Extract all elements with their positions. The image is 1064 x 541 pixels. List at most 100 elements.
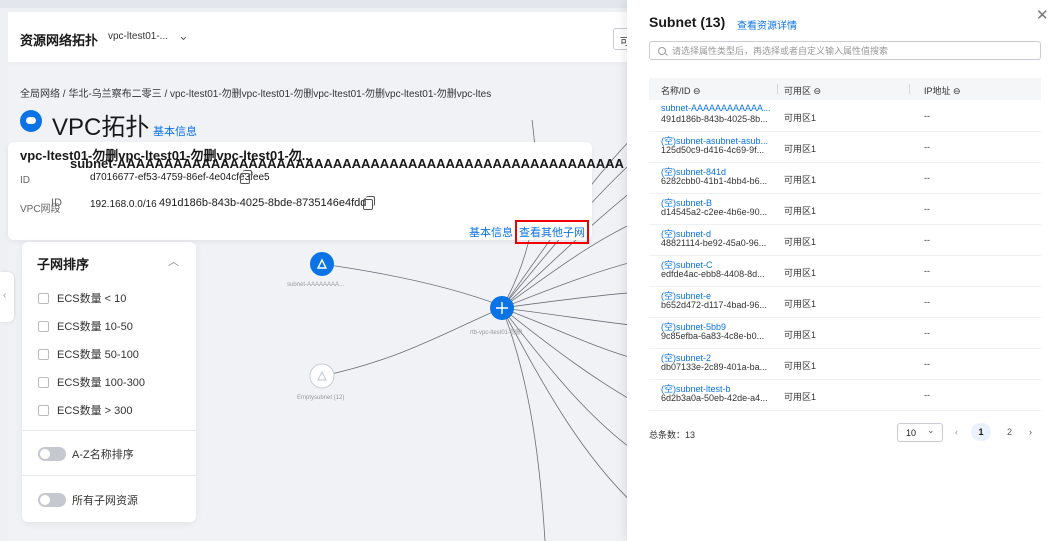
all-subnets-toggle-row[interactable]: 所有子网资源 [38, 492, 138, 508]
subnet-id: 125d50c9-d416-4c69-9f... [661, 145, 765, 155]
ip-cell: -- [924, 266, 930, 276]
router-node-label: rtb-vpc-ltest01-勿删 [470, 330, 523, 336]
top-strip [0, 0, 640, 8]
sort-title: 子网排序 [37, 257, 90, 272]
subnet-id: 6d2b3a0a-50eb-42de-a4... [661, 393, 768, 403]
az-cell: 可用区1 [784, 330, 817, 340]
az-cell: 可用区1 [784, 206, 817, 216]
az-cell: 可用区1 [784, 237, 817, 247]
checkbox[interactable] [38, 404, 49, 416]
view-other-subnets-link[interactable]: 查看其他子网 [515, 220, 589, 244]
subnet-sort-panel: 子网排序 ︿ ECS数量 < 10 ECS数量 10-50 ECS数量 50-1… [22, 242, 196, 522]
divider [22, 430, 196, 431]
page-title: 资源网络拓扑 [20, 33, 99, 48]
empty-subnet-node[interactable] [309, 363, 335, 389]
table-row[interactable]: (空)subnet-B d14545a2-c2ee-4b6e-90... 可用区… [649, 194, 1041, 225]
table-row[interactable]: (空)subnet-d 48821114-be92-45a0-96... 可用区… [649, 225, 1041, 256]
table-row[interactable]: subnet-AAAAAAAAAAAA... 491d186b-843b-402… [649, 101, 1041, 132]
page-1-button[interactable]: 1 [971, 423, 991, 441]
checkbox[interactable] [38, 320, 49, 332]
close-icon[interactable]: ✕ [1036, 6, 1049, 24]
page-2-button[interactable]: 2 [1007, 427, 1012, 437]
chevron-down-icon[interactable]: ⌄ [178, 28, 189, 44]
vpc-basic-info-link[interactable]: 基本信息 [153, 123, 197, 139]
vpc-select[interactable]: vpc-ltest01-... [108, 31, 168, 42]
search-input[interactable]: 请选择属性类型后，再选择或者自定义输入属性值搜索 [649, 41, 1041, 60]
sort-option[interactable]: ECS数量 > 300 [38, 402, 133, 418]
subnet-drawer: Subnet (13) 查看资源详情 ✕ 请选择属性类型后，再选择或者自定义输入… [627, 0, 1064, 541]
search-icon [658, 46, 666, 55]
table-row[interactable]: (空)subnet-2 db07133e-2c89-401a-ba... 可用区… [649, 349, 1041, 380]
subnet-name-link[interactable]: subnet-AAAAAAAAAAAA... [661, 103, 771, 113]
ip-cell: -- [924, 390, 930, 400]
az-cell: 可用区1 [784, 361, 817, 371]
all-subnets-toggle[interactable] [38, 493, 66, 507]
view-resource-detail-link[interactable]: 查看资源详情 [737, 17, 797, 32]
breadcrumb[interactable]: 全局网络 / 华北-乌兰察布二零三 / vpc-ltest01-勿删vpc-lt… [20, 85, 491, 100]
cidr-value: 192.168.0.0/16 [90, 199, 157, 210]
ip-cell: -- [924, 235, 930, 245]
collapse-handle[interactable]: ‹ [0, 272, 14, 322]
prev-page-icon[interactable]: ‹ [955, 427, 958, 437]
chevron-down-icon[interactable]: ⌄ [927, 425, 935, 436]
ip-cell: -- [924, 359, 930, 369]
table-row[interactable]: (空)subnet-ltest-b 6d2b3a0a-50eb-42de-a4.… [649, 380, 1041, 411]
id-label: ID [20, 175, 30, 186]
subnet-id: d14545a2-c2ee-4b6e-90... [661, 207, 768, 217]
az-sort-toggle[interactable] [38, 447, 66, 461]
checkbox[interactable] [38, 292, 49, 304]
checkbox[interactable] [38, 348, 49, 360]
next-page-icon[interactable]: › [1029, 427, 1032, 437]
topology-page: 资源网络拓扑 vpc-ltest01-... ⌄ 可 subnet-AAAAAA… [0, 0, 643, 541]
subnet-id: 491d186b-843b-4025-8b... [661, 114, 768, 124]
card-basic-info-link[interactable]: 基本信息 [469, 224, 513, 240]
table-row[interactable]: (空)subnet-841d 6282cbb0-41b1-4bb4-b6... … [649, 163, 1041, 194]
drawer-title: Subnet (13) [649, 14, 726, 30]
vpc-logo-icon [20, 110, 42, 132]
sort-option[interactable]: ECS数量 50-100 [38, 346, 139, 362]
checkbox[interactable] [38, 376, 49, 388]
subnet-id-label: ID [51, 197, 62, 209]
sort-option[interactable]: ECS数量 100-300 [38, 374, 145, 390]
az-cell: 可用区1 [784, 175, 817, 185]
subnet-id: 48821114-be92-45a0-96... [661, 238, 767, 248]
copy-icon[interactable] [240, 170, 252, 184]
sort-option[interactable]: ECS数量 < 10 [38, 290, 126, 306]
sort-option[interactable]: ECS数量 10-50 [38, 318, 133, 334]
ip-cell: -- [924, 328, 930, 338]
column-header-az[interactable]: 可用区 ⊖ [784, 84, 821, 97]
top-bar: 资源网络拓扑 vpc-ltest01-... ⌄ 可 [8, 12, 643, 62]
subnet-node-label: subnet-AAAAAAAA... [287, 282, 345, 288]
column-divider [909, 84, 910, 94]
table-row[interactable]: (空)subnet-5bb9 9c85efba-6a83-4c8e-b0... … [649, 318, 1041, 349]
az-cell: 可用区1 [784, 113, 817, 123]
empty-node-label: Emptysubnet (12) [297, 395, 345, 401]
az-cell: 可用区1 [784, 268, 817, 278]
ip-cell: -- [924, 111, 930, 121]
ip-cell: -- [924, 297, 930, 307]
column-header-name[interactable]: 名称/ID ⊖ [661, 84, 701, 97]
table-row[interactable]: (空)subnet-e b652d472-d117-4bad-96... 可用区… [649, 287, 1041, 318]
ip-cell: -- [924, 173, 930, 183]
subnet-node[interactable] [310, 252, 334, 276]
az-cell: 可用区1 [784, 299, 817, 309]
copy-icon[interactable] [363, 196, 375, 210]
table-row[interactable]: (空)subnet-asubnet-asub... 125d50c9-d416-… [649, 132, 1041, 163]
subnet-id: b652d472-d117-4bad-96... [661, 300, 767, 310]
table-row[interactable]: (空)subnet-C edfde4ac-ebb8-4408-8d... 可用区… [649, 256, 1041, 287]
subnet-id: edfde4ac-ebb8-4408-8d... [661, 269, 765, 279]
subnet-id: 6282cbb0-41b1-4bb4-b6... [661, 176, 768, 186]
column-header-ip[interactable]: IP地址 ⊖ [924, 84, 961, 97]
table-header: 名称/ID ⊖ 可用区 ⊖ IP地址 ⊖ [649, 78, 1041, 100]
vpc-topology-title: VPC拓扑 [52, 114, 150, 141]
az-sort-toggle-row[interactable]: A-Z名称排序 [38, 446, 134, 462]
chevron-up-icon[interactable]: ︿ [168, 253, 179, 269]
ip-cell: -- [924, 142, 930, 152]
divider [22, 475, 196, 476]
az-cell: 可用区1 [784, 144, 817, 154]
ip-cell: -- [924, 204, 930, 214]
page-size-select[interactable]: 10 [897, 423, 943, 442]
topology-graph[interactable] [200, 60, 640, 541]
subnet-title: subnet-AAAAAAAAAAAAAAAAAAAAAAAAAAAAAAAAA… [70, 156, 624, 171]
subnet-id: db07133e-2c89-401a-ba... [661, 362, 768, 372]
